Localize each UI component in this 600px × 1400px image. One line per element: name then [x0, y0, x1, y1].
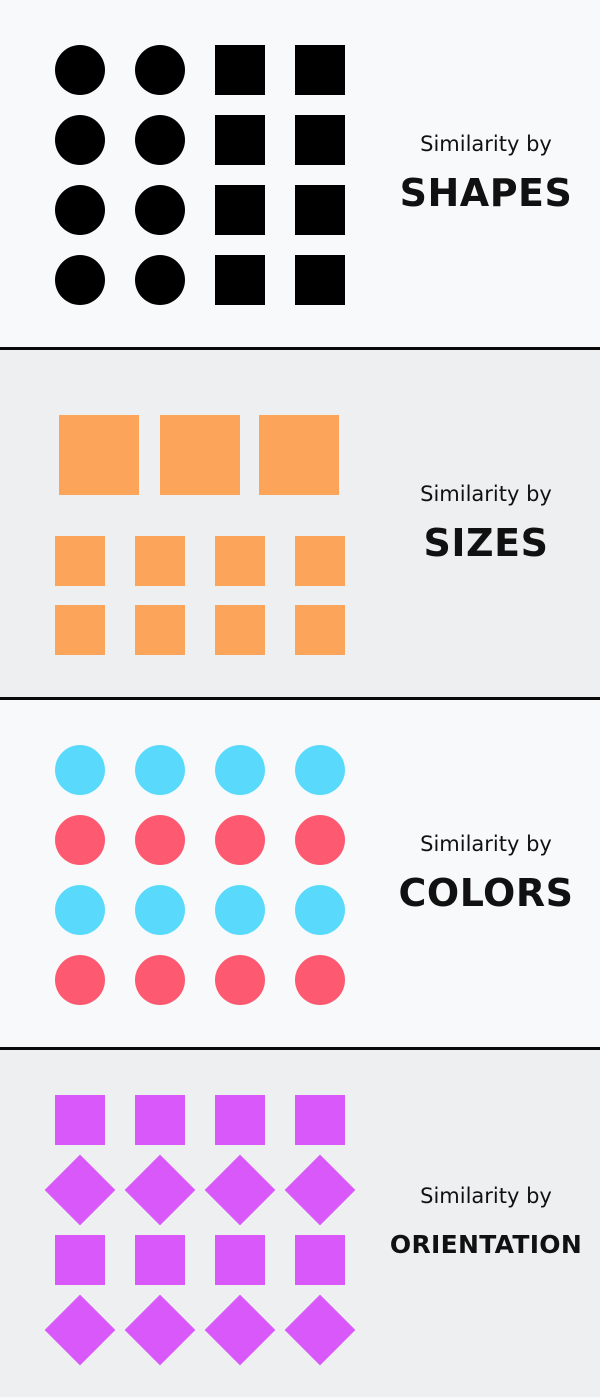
colored-circle [135, 955, 185, 1005]
colored-circle [215, 885, 265, 935]
colored-circle [215, 745, 265, 795]
colored-circle [135, 815, 185, 865]
large-square [160, 415, 240, 495]
square-shape [295, 255, 345, 305]
rotated-square [124, 1154, 196, 1226]
small-square [295, 605, 345, 655]
panel-colors: Similarity by COLORS [0, 700, 600, 1047]
small-square [55, 536, 105, 586]
colored-circle [55, 815, 105, 865]
small-square [295, 536, 345, 586]
circle-shape [135, 255, 185, 305]
caption-sizes: Similarity by SIZES [370, 480, 600, 568]
small-square [135, 605, 185, 655]
square-shape [295, 185, 345, 235]
colored-circle [215, 955, 265, 1005]
circle-shape [135, 115, 185, 165]
square-shape [295, 45, 345, 95]
caption-colors: Similarity by COLORS [370, 830, 600, 918]
circle-shape [135, 185, 185, 235]
caption-subtitle: Similarity by [420, 1184, 552, 1208]
rotated-square [284, 1294, 356, 1366]
large-square [259, 415, 339, 495]
caption-title: SIZES [423, 521, 549, 565]
rotated-square [204, 1294, 276, 1366]
circle-shape [55, 185, 105, 235]
square-shape [215, 115, 265, 165]
circle-shape [55, 45, 105, 95]
panel-shapes: Similarity by SHAPES [0, 0, 600, 347]
panel-sizes: Similarity by SIZES [0, 350, 600, 697]
small-square [55, 605, 105, 655]
caption-subtitle: Similarity by [420, 832, 552, 856]
colored-circle [55, 955, 105, 1005]
rotated-square [204, 1154, 276, 1226]
upright-square [135, 1095, 185, 1145]
upright-square [215, 1095, 265, 1145]
square-shape [215, 185, 265, 235]
caption-title: SHAPES [399, 171, 573, 215]
colored-circle [135, 745, 185, 795]
colored-circle [55, 745, 105, 795]
caption-title: ORIENTATION [389, 1230, 583, 1259]
square-shape [295, 115, 345, 165]
upright-square [215, 1235, 265, 1285]
caption-orientation: Similarity by ORIENTATION [370, 1182, 600, 1270]
rotated-square [284, 1154, 356, 1226]
upright-square [295, 1235, 345, 1285]
rotated-square [44, 1294, 116, 1366]
colored-circle [55, 885, 105, 935]
rotated-square [124, 1294, 196, 1366]
caption-title: COLORS [398, 871, 574, 915]
upright-square [55, 1235, 105, 1285]
rotated-square [44, 1154, 116, 1226]
colored-circle [135, 885, 185, 935]
upright-square [295, 1095, 345, 1145]
colored-circle [295, 745, 345, 795]
large-square [59, 415, 139, 495]
colored-circle [215, 815, 265, 865]
circle-shape [135, 45, 185, 95]
circle-shape [55, 115, 105, 165]
upright-square [135, 1235, 185, 1285]
small-square [215, 536, 265, 586]
colored-circle [295, 955, 345, 1005]
square-shape [215, 45, 265, 95]
panel-orientation: Similarity by ORIENTATION [0, 1050, 600, 1397]
small-square [135, 536, 185, 586]
caption-shapes: Similarity by SHAPES [370, 130, 600, 218]
circle-shape [55, 255, 105, 305]
square-shape [215, 255, 265, 305]
colored-circle [295, 815, 345, 865]
small-square [215, 605, 265, 655]
upright-square [55, 1095, 105, 1145]
caption-subtitle: Similarity by [420, 482, 552, 506]
colored-circle [295, 885, 345, 935]
caption-subtitle: Similarity by [420, 132, 552, 156]
